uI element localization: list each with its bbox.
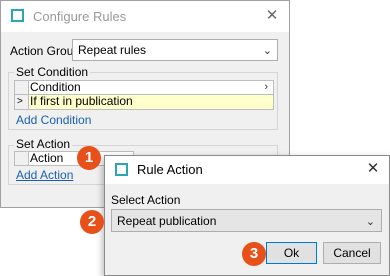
window-title: Configure Rules <box>33 9 127 24</box>
add-condition-link[interactable]: Add Condition <box>16 113 91 127</box>
step-marker-2: 2 <box>80 210 104 234</box>
condition-column-header: Condition <box>30 80 81 94</box>
current-row-icon: > <box>17 96 23 107</box>
condition-header-row: Condition › <box>15 81 273 95</box>
ok-button[interactable]: Ok <box>266 242 317 264</box>
close-icon[interactable]: ✕ <box>361 158 385 180</box>
condition-row-text: If first in publication <box>30 94 133 108</box>
step-marker-1: 1 <box>77 146 101 170</box>
set-condition-label: Set Condition <box>14 65 91 79</box>
set-action-label: Set Action <box>14 137 73 151</box>
condition-grid: Condition › > If first in publication <box>14 80 274 110</box>
configure-rules-titlebar: Configure Rules ✕ <box>1 1 289 32</box>
action-group-label: Action Group <box>10 44 81 58</box>
step-marker-3: 3 <box>242 242 266 266</box>
window-icon <box>115 163 128 176</box>
row-header-cell <box>15 81 29 94</box>
chevron-down-icon: ⌄ <box>365 216 375 228</box>
row-header-cell <box>15 152 29 165</box>
cancel-button[interactable]: Cancel <box>323 242 381 264</box>
action-group-value: Repeat rules <box>78 43 147 57</box>
chevron-right-icon[interactable]: › <box>264 81 268 94</box>
close-icon[interactable]: ✕ <box>259 5 285 27</box>
select-action-value: Repeat publication <box>117 214 217 228</box>
select-action-label: Select Action <box>111 193 181 207</box>
chevron-down-icon: ⌄ <box>262 45 272 57</box>
dialog-title: Rule Action <box>137 162 203 177</box>
add-action-link[interactable]: Add Action <box>16 168 73 182</box>
select-action-dropdown[interactable]: Repeat publication ⌄ <box>111 209 382 232</box>
action-column-header: Action <box>30 151 64 165</box>
window-icon <box>11 9 24 22</box>
action-group-select[interactable]: Repeat rules ⌄ <box>72 39 278 61</box>
rule-action-titlebar: Rule Action ✕ <box>105 156 389 184</box>
condition-row[interactable]: > If first in publication <box>15 95 273 109</box>
